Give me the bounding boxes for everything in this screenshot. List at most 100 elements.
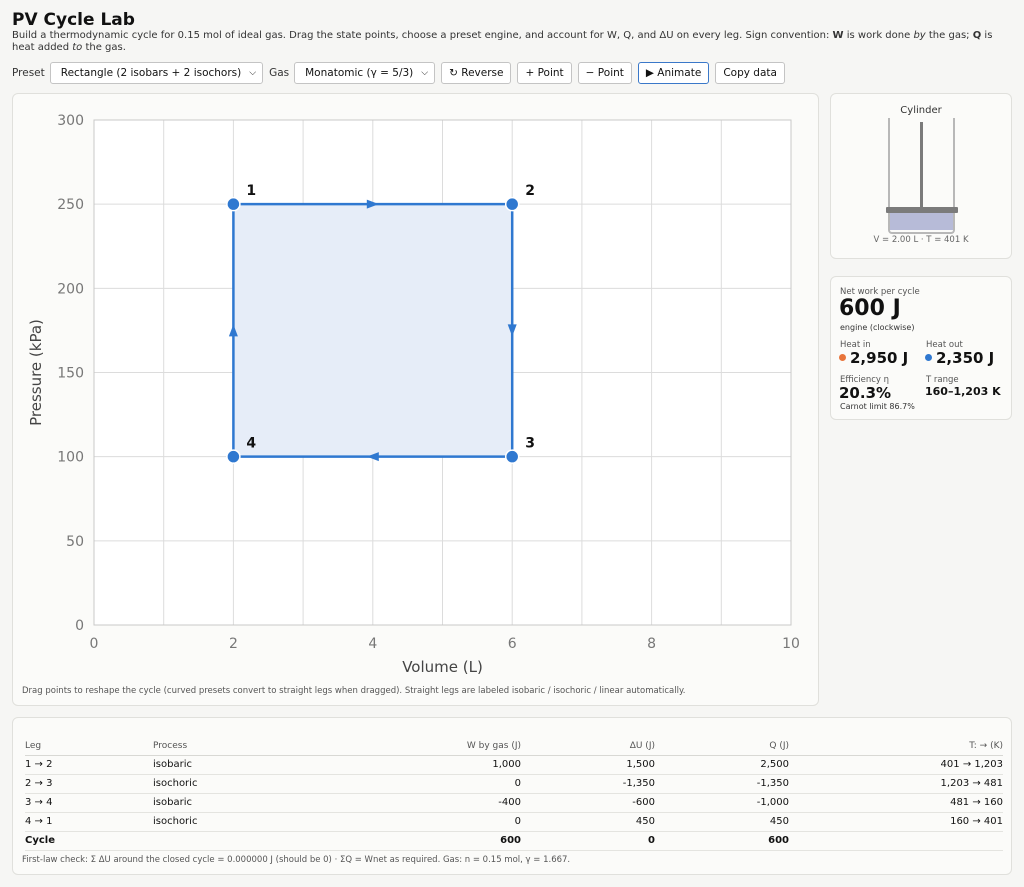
cell-q: 600 (655, 831, 789, 851)
cell-du: -1,350 (521, 774, 655, 794)
cell-q: -1,000 (655, 793, 789, 813)
state-point-1[interactable] (226, 196, 241, 212)
y-tick-label: 200 (57, 281, 84, 297)
cylinder-state: V = 2.00 L · T = 401 K (873, 235, 969, 245)
table-row: 1 → 2 isobaric 1,000 1,500 2,500 401 → 1… (25, 755, 1003, 775)
net-work-value: 600 J (839, 296, 901, 321)
cell-temp: 401 → 1,203 (789, 755, 1003, 775)
gas-label: Gas (269, 67, 290, 79)
table-row: 2 → 3 isochoric 0 -1,350 -1,350 1,203 → … (25, 774, 1003, 794)
copy-data-button[interactable]: Copy data (715, 62, 785, 84)
pv-plot-panel: 0 2 4 6 8 10 0 50 100 150 200 250 300 Volume (L) Press… (12, 93, 819, 706)
cylinder-panel: Cylinder V = 2.00 L · T = 401 K (830, 93, 1012, 259)
efficiency-value: 20.3% (839, 384, 892, 402)
x-tick-label: 8 (647, 636, 656, 652)
plot-note: Drag points to reshape the cycle (curved… (22, 686, 686, 696)
cell-leg: 2 → 3 (25, 774, 153, 794)
y-axis-label: Pressure (kPa) (27, 319, 45, 426)
col-leg: Leg (25, 737, 153, 756)
cell-q: 2,500 (655, 755, 789, 775)
x-tick-label: 0 (90, 636, 99, 652)
cell-work: 0 (313, 774, 521, 794)
cell-du: 0 (521, 831, 655, 851)
cell-work: -400 (313, 793, 521, 813)
table-header-row: Leg Process W by gas (J) ΔU (J) Q (J) T:… (25, 737, 1003, 756)
heat-out: 2,350 J (925, 349, 994, 367)
x-tick-label: 6 (508, 636, 517, 652)
reverse-button[interactable]: ↻ Reverse (441, 62, 512, 84)
animate-button[interactable]: ▶ Animate (637, 62, 710, 84)
state-point-3[interactable] (504, 449, 520, 464)
cell-process: isochoric (153, 812, 313, 832)
app-description: Build a thermodynamic cycle for 0.15 mol… (12, 30, 993, 53)
cell-q: 450 (655, 812, 789, 832)
cell-du: 450 (521, 812, 655, 832)
y-tick-label: 50 (66, 534, 84, 550)
piston (886, 207, 958, 213)
cell-q: -1,350 (655, 774, 789, 794)
state-point-label: 1 (246, 183, 256, 199)
legs-table-panel: Leg Process W by gas (J) ΔU (J) Q (J) T:… (12, 717, 1012, 875)
y-tick-label: 150 (57, 366, 84, 382)
toolbar: Preset Rectangle (2 isobars + 2 isochors… (12, 62, 791, 84)
cell-temp: 160 → 401 (789, 812, 1003, 832)
cell-leg: 1 → 2 (25, 755, 153, 775)
chevron-down-icon: ⌵ (421, 68, 429, 78)
cycle-mode: engine (clockwise) (840, 323, 915, 332)
remove-point-button[interactable]: − Point (577, 62, 632, 84)
t-range-value: 160–1,203 K (925, 385, 1001, 398)
cylinder-gas (890, 211, 953, 230)
heat-out-dot-icon (925, 354, 932, 361)
col-du: ΔU (J) (521, 737, 655, 756)
x-axis-label: Volume (L) (402, 658, 483, 676)
y-tick-label: 100 (57, 450, 84, 466)
cell-temp: 481 → 160 (789, 793, 1003, 813)
cell-process: isochoric (153, 774, 313, 794)
y-tick-label: 250 (57, 197, 84, 213)
table-row: 4 → 1 isochoric 0 450 450 160 → 401 (25, 812, 1003, 832)
cycle-area (233, 204, 513, 457)
cylinder-title: Cylinder (900, 105, 942, 116)
chevron-down-icon: ⌵ (249, 68, 257, 78)
table-row: 3 → 4 isobaric -400 -600 -1,000 481 → 16… (25, 793, 1003, 813)
cell-du: 1,500 (521, 755, 655, 775)
gas-select[interactable]: Monatomic (γ = 5/3) ⌵ (294, 62, 436, 84)
cell-temp (789, 831, 1003, 851)
state-point-label: 3 (525, 436, 535, 452)
state-point-4[interactable] (226, 449, 241, 464)
state-point-2[interactable] (504, 196, 520, 212)
pv-diagram[interactable]: 0 2 4 6 8 10050100150200250300Volume (L)Press… (13, 94, 820, 684)
cell-work: 1,000 (313, 755, 521, 775)
col-work: W by gas (J) (313, 737, 521, 756)
add-point-button[interactable]: + Point (517, 62, 572, 84)
y-tick-label: 300 (57, 113, 84, 129)
col-temp: T: → (K) (789, 737, 1003, 756)
cell-process: isobaric (153, 755, 313, 775)
x-tick-label: 10 (782, 636, 800, 652)
col-q: Q (J) (655, 737, 789, 756)
cell-leg: 4 → 1 (25, 812, 153, 832)
carnot-limit: Carnot limit 86.7% (840, 402, 915, 411)
legs-table: Leg Process W by gas (J) ΔU (J) Q (J) T:… (25, 737, 1003, 851)
piston-rod (920, 122, 923, 208)
preset-select[interactable]: Rectangle (2 isobars + 2 isochors) ⌵ (49, 62, 264, 84)
x-tick-label: 4 (368, 636, 377, 652)
cell-leg: 3 → 4 (25, 793, 153, 813)
x-tick-label: 2 (229, 636, 238, 652)
cell-process: isobaric (153, 793, 313, 813)
cell-process (153, 831, 313, 851)
app-title: PV Cycle Lab (12, 10, 135, 30)
heat-in: 2,950 J (839, 349, 908, 367)
cell-work: 0 (313, 812, 521, 832)
cell-leg: Cycle (25, 831, 153, 851)
state-point-label: 4 (246, 436, 256, 452)
t-range-label: T range (926, 375, 959, 385)
y-tick-label: 0 (75, 618, 84, 634)
stats-panel: Net work per cycle 600 J engine (clockwi… (830, 276, 1012, 420)
cell-du: -600 (521, 793, 655, 813)
first-law-note: First-law check: Σ ΔU around the closed … (22, 855, 571, 865)
preset-label: Preset (12, 67, 45, 79)
col-process: Process (153, 737, 313, 756)
heat-in-dot-icon (839, 354, 846, 361)
state-point-label: 2 (525, 183, 535, 199)
